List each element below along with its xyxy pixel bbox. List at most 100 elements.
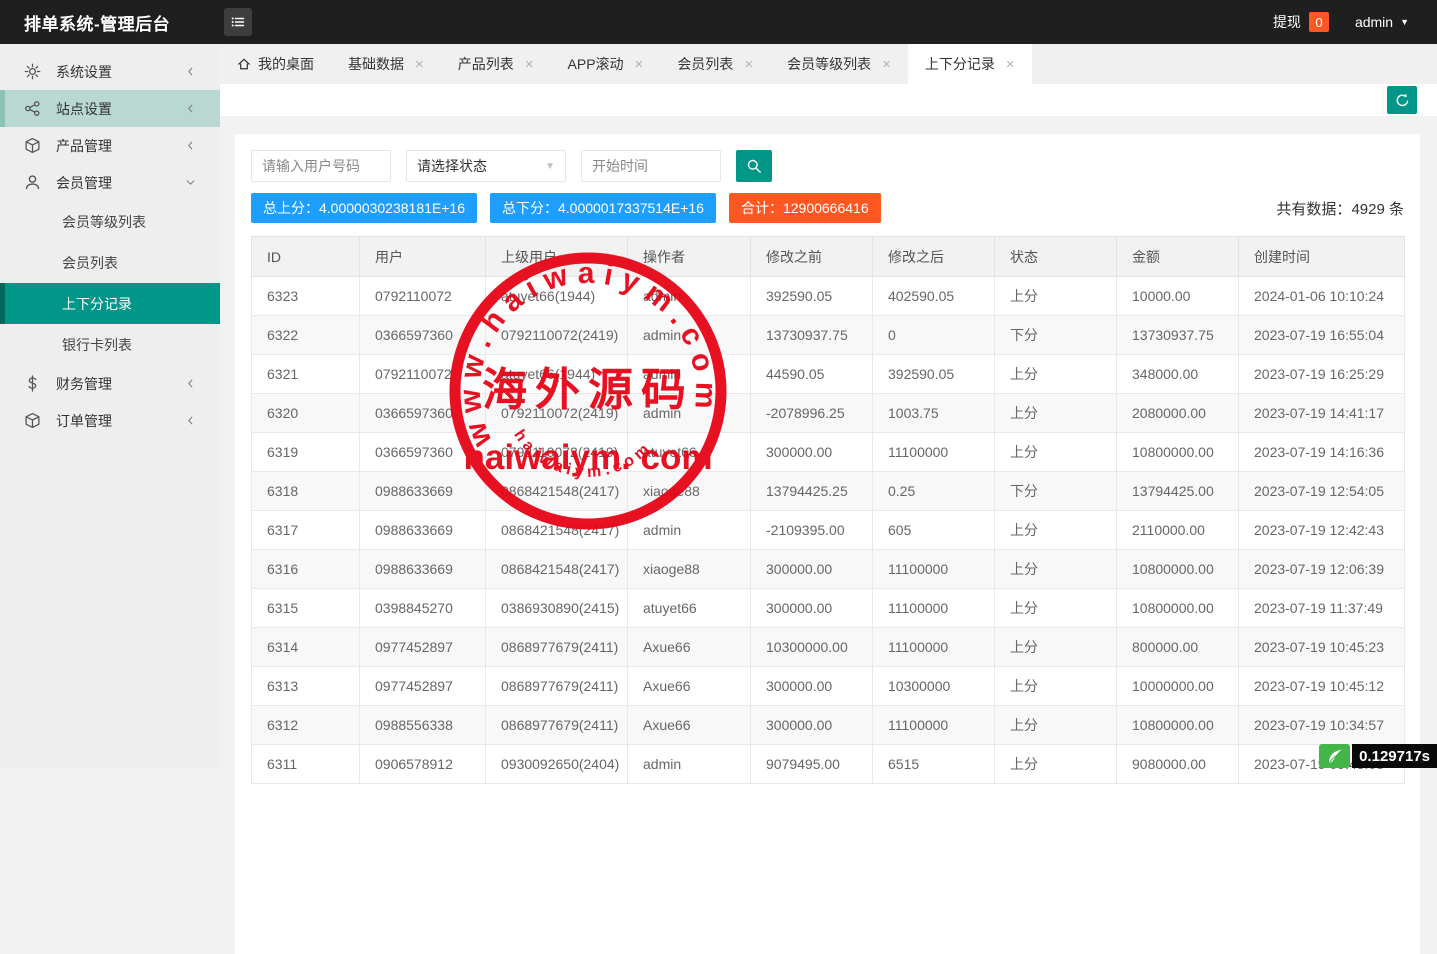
sidebar-item-3[interactable]: 会员管理 <box>0 164 220 201</box>
tab-2[interactable]: 产品列表 × <box>441 44 551 84</box>
total-down-value: 4.0000017337514E+16 <box>558 200 704 216</box>
table-cell: 上分 <box>995 511 1117 550</box>
sidebar-item-5[interactable]: 订单管理 <box>0 402 220 439</box>
icon-gear <box>24 63 41 80</box>
sidebar-item-label: 系统设置 <box>56 62 112 82</box>
table-cell: 10800000.00 <box>1117 589 1239 628</box>
sidebar-subitem-3-2[interactable]: 上下分记录 <box>0 283 220 324</box>
table-row: 631709886336690868421548(2417)admin-2109… <box>252 511 1405 550</box>
tab-0[interactable]: 我的桌面 <box>220 44 331 84</box>
chevron-left-icon <box>185 378 196 389</box>
withdraw-count-badge[interactable]: 0 <box>1309 12 1329 32</box>
table-body: 63230792110072atuyet66(1944)admin392590.… <box>252 277 1405 784</box>
chevron-left-icon <box>185 415 196 426</box>
user-number-input[interactable] <box>251 150 391 182</box>
table-cell: 2023-07-19 16:55:04 <box>1239 316 1405 355</box>
tab-close-icon[interactable]: × <box>415 57 424 72</box>
tab-close-icon[interactable]: × <box>635 57 644 72</box>
table-cell: 11100000 <box>873 706 995 745</box>
user-dropdown[interactable]: admin ▼ <box>1355 14 1409 30</box>
table-cell: 6322 <box>252 316 360 355</box>
table-cell: 0792110072(2419) <box>486 433 628 472</box>
table-cell: 10800000.00 <box>1117 433 1239 472</box>
table-cell: 6321 <box>252 355 360 394</box>
tab-4[interactable]: 会员列表 × <box>660 44 770 84</box>
table-cell: 0868977679(2411) <box>486 667 628 706</box>
table-row: 631309774528970868977679(2411)Axue663000… <box>252 667 1405 706</box>
table-cell: 300000.00 <box>751 433 873 472</box>
tab-bar: 我的桌面 基础数据 × 产品列表 × APP滚动 × 会员列表 × 会员等级列表… <box>220 44 1437 84</box>
tab-close-icon[interactable]: × <box>882 57 891 72</box>
table-cell: 0398845270 <box>360 589 486 628</box>
table-cell: 0868421548(2417) <box>486 550 628 589</box>
table-cell: 2024-01-06 10:10:24 <box>1239 277 1405 316</box>
icon-dollar <box>24 375 41 392</box>
sidebar-item-2[interactable]: 产品管理 <box>0 127 220 164</box>
table-cell: 2023-07-19 14:41:17 <box>1239 394 1405 433</box>
table-cell: atuyet66 <box>628 589 751 628</box>
table-cell: 1003.75 <box>873 394 995 433</box>
table-cell: 0 <box>873 316 995 355</box>
table-cell: 300000.00 <box>751 550 873 589</box>
tab-6[interactable]: 上下分记录 × <box>908 44 1032 84</box>
total-up-value: 4.0000030238181E+16 <box>319 200 465 216</box>
table-cell: 300000.00 <box>751 706 873 745</box>
chevron-left-icon <box>185 103 196 114</box>
table-cell: 9080000.00 <box>1117 745 1239 784</box>
tab-label: 基础数据 <box>348 54 404 74</box>
refresh-button[interactable] <box>1387 86 1417 114</box>
status-select[interactable]: 请选择状态 ▼ <box>406 150 566 182</box>
sidebar-item-4[interactable]: 财务管理 <box>0 365 220 402</box>
table-cell: 6515 <box>873 745 995 784</box>
total-sum-pill[interactable]: 合计： 12900666416 <box>729 193 881 223</box>
table-cell: 10000.00 <box>1117 277 1239 316</box>
tab-close-icon[interactable]: × <box>1006 57 1015 72</box>
table-cell: 6315 <box>252 589 360 628</box>
tab-label: 上下分记录 <box>925 54 995 74</box>
tab-close-icon[interactable]: × <box>525 57 534 72</box>
withdraw-link[interactable]: 提现 <box>1273 12 1301 32</box>
table-header-cell: 创建时间 <box>1239 237 1405 277</box>
tab-5[interactable]: 会员等级列表 × <box>770 44 908 84</box>
tab-label: 我的桌面 <box>258 54 314 74</box>
search-button[interactable] <box>736 150 772 182</box>
collapse-menu-button[interactable] <box>224 8 252 36</box>
total-sum-value: 12900666416 <box>783 200 869 216</box>
table-cell: 10300000 <box>873 667 995 706</box>
search-icon <box>746 158 762 174</box>
table-cell: 0906578912 <box>360 745 486 784</box>
total-down-pill[interactable]: 总下分： 4.0000017337514E+16 <box>490 193 716 223</box>
table-cell: 上分 <box>995 277 1117 316</box>
tab-3[interactable]: APP滚动 × <box>551 44 661 84</box>
table-cell: xiaoge88 <box>628 472 751 511</box>
record-count-unit: 条 <box>1389 201 1404 218</box>
sidebar-item-label: 订单管理 <box>56 411 112 431</box>
content-card: 请选择状态 ▼ 总上分： 4.0000030238181E+16 总下分： 4.… <box>235 134 1420 954</box>
table-cell: admin <box>628 355 751 394</box>
total-up-pill[interactable]: 总上分： 4.0000030238181E+16 <box>251 193 477 223</box>
table-header-cell: 修改之前 <box>751 237 873 277</box>
table-cell: -2078996.25 <box>751 394 873 433</box>
table-cell: Axue66 <box>628 667 751 706</box>
start-time-input[interactable] <box>581 150 721 182</box>
chevron-down-icon: ▼ <box>545 161 555 172</box>
table-cell: 下分 <box>995 472 1117 511</box>
sidebar-subitem-3-3[interactable]: 银行卡列表 <box>0 324 220 365</box>
table-cell: 2023-07-19 10:45:12 <box>1239 667 1405 706</box>
sidebar-item-1[interactable]: 站点设置 <box>0 90 220 127</box>
tab-1[interactable]: 基础数据 × <box>331 44 441 84</box>
sidebar-subitem-3-0[interactable]: 会员等级列表 <box>0 201 220 242</box>
debug-toggle-button[interactable] <box>1319 744 1350 768</box>
table-cell: 6312 <box>252 706 360 745</box>
table-cell: 11100000 <box>873 433 995 472</box>
sidebar-item-0[interactable]: 系统设置 <box>0 53 220 90</box>
table-header-cell: 上级用户 <box>486 237 628 277</box>
refresh-icon <box>1395 93 1410 108</box>
table-cell: 2023-07-19 16:25:29 <box>1239 355 1405 394</box>
table-cell: 6311 <box>252 745 360 784</box>
sidebar-subitem-3-1[interactable]: 会员列表 <box>0 242 220 283</box>
tab-close-icon[interactable]: × <box>744 57 753 72</box>
table-cell: Axue66 <box>628 706 751 745</box>
table-cell: 0868977679(2411) <box>486 706 628 745</box>
table-cell: 0386930890(2415) <box>486 589 628 628</box>
